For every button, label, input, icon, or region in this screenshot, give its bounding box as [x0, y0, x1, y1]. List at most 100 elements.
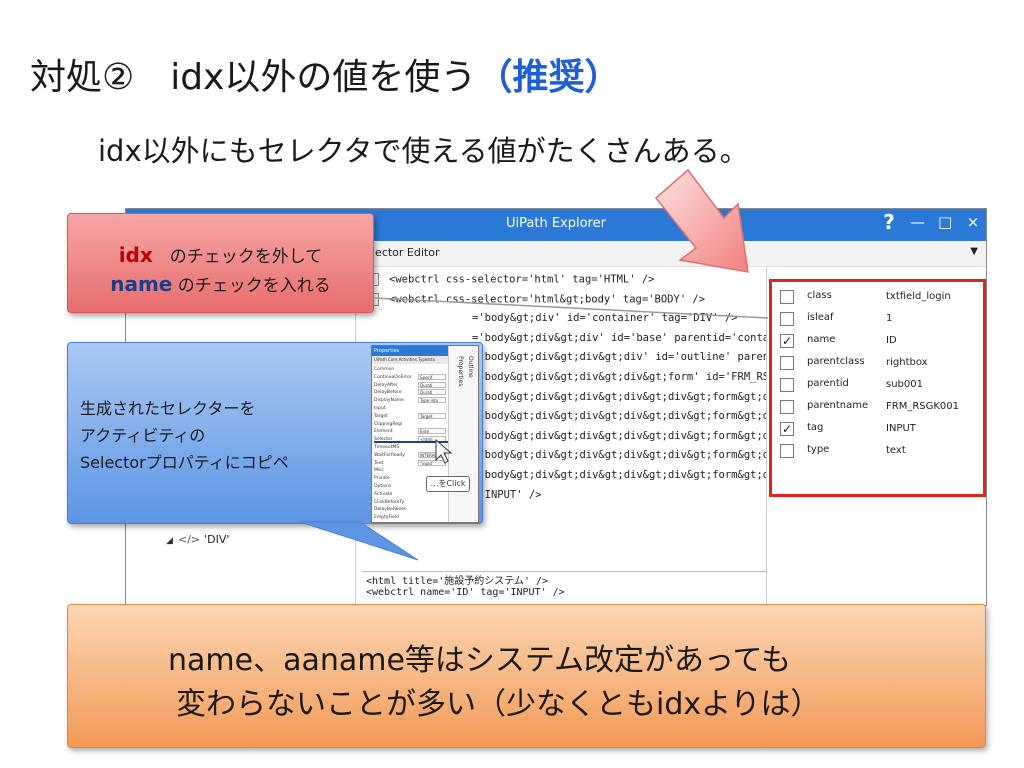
- property-row[interactable]: DelayAfter Durati: [374, 381, 446, 389]
- callout-uncheck-idx: idx のチェックを外して name のチェックを入れる: [67, 213, 374, 313]
- selector-code-text: ='body&gt;div' id='container' tag='DIV' …: [472, 312, 738, 325]
- chevron-down-icon[interactable]: ▼: [970, 246, 978, 257]
- minimize-button[interactable]: —: [910, 213, 925, 234]
- property-row[interactable]: DelayBetween: [374, 506, 446, 513]
- keyword-name: name: [110, 272, 173, 296]
- attribute-value: INPUT: [886, 423, 916, 434]
- element-tag-icon: </>: [178, 533, 201, 546]
- property-row[interactable]: Misc: [374, 467, 446, 474]
- attribute-name: parentclass: [807, 356, 865, 367]
- property-label: Input: [374, 406, 386, 411]
- property-row[interactable]: Common: [374, 366, 446, 373]
- attribute-checkbox[interactable]: [780, 356, 794, 370]
- callout-red-text-2: のチェックを入れる: [172, 276, 331, 296]
- property-label: DelayBetween: [374, 507, 407, 513]
- tree-item[interactable]: ◢ </> 'DIV': [166, 533, 229, 546]
- attribute-name: type: [807, 444, 830, 455]
- attribute-checkbox[interactable]: [780, 400, 794, 414]
- attribute-row-name: ✓ name ID: [780, 331, 980, 353]
- property-label: WaitForReady: [374, 452, 405, 458]
- property-label: ClippingRegi: [374, 421, 403, 427]
- property-value[interactable]: INTERAC: [418, 451, 446, 458]
- attribute-value: text: [886, 445, 906, 456]
- attribute-checkbox[interactable]: [780, 444, 794, 458]
- properties-panel-screenshot: Properties UiPath.Core.Activities.TypeIn…: [371, 345, 479, 523]
- keyword-idx: idx: [118, 243, 153, 267]
- attribute-name: isleaf: [807, 312, 834, 323]
- selector-code-line: <webctrl css-selector='html&gt;body' tag…: [366, 292, 705, 306]
- attribute-row-isleaf: isleaf 1: [780, 309, 980, 331]
- expand-arrow-icon[interactable]: ◢: [166, 536, 178, 546]
- attribute-list-highlight: class txtfield_loginisleaf 1 ✓ name ID parentc…: [769, 279, 986, 497]
- property-label: Activate: [374, 491, 393, 497]
- property-row[interactable]: Element Ente: [374, 428, 446, 435]
- selector-code-line: <webctrl css-selector='html' tag='HTML' …: [366, 273, 655, 286]
- preview-line-1: <html title='施設予約システム' />: [366, 576, 549, 587]
- property-label: ClickBeforeTy: [374, 499, 405, 505]
- attribute-checkbox[interactable]: [780, 378, 794, 392]
- close-button[interactable]: ×: [966, 213, 980, 234]
- property-row[interactable]: Target Target: [374, 412, 446, 420]
- property-row[interactable]: DisplayName Type into: [374, 397, 446, 404]
- attribute-name: class: [807, 290, 832, 301]
- property-row[interactable]: EmptyField: [374, 514, 446, 521]
- callout-blue-line-3: Selectorプロパティにコピペ: [80, 453, 289, 472]
- maximize-button[interactable]: □: [938, 213, 952, 234]
- attribute-row-parentclass: parentclass rightbox: [780, 353, 980, 375]
- property-label: Private: [374, 476, 390, 482]
- attribute-value: rightbox: [886, 357, 928, 368]
- property-label: EmptyField: [374, 515, 399, 521]
- tree-item-label: 'DIV': [204, 533, 230, 546]
- slide-title: 対処② idx以外の値を使う（推奨）: [30, 48, 620, 100]
- property-row[interactable]: ClippingRegi: [374, 421, 446, 428]
- property-value[interactable]: Durati: [418, 389, 446, 396]
- attribute-value: txtfield_login: [886, 291, 951, 302]
- attribute-checkbox[interactable]: [780, 312, 794, 326]
- properties-side-tab[interactable]: Properties: [457, 356, 464, 386]
- property-label: TimeoutMS: [374, 445, 400, 450]
- attribute-value: sub001: [886, 379, 923, 390]
- property-value[interactable]: Ente: [418, 428, 446, 435]
- outline-side-tab[interactable]: Outline: [467, 356, 474, 378]
- note-line-2: 変わらないことが多い（少なくともidxよりは）: [176, 687, 821, 722]
- property-value[interactable]: Durati: [418, 381, 446, 388]
- selector-editor-label: lector Editor: [372, 246, 440, 259]
- property-row[interactable]: Input: [374, 405, 446, 412]
- help-button[interactable]: ?: [882, 210, 896, 234]
- callout-blue-line-2: アクティビティの: [80, 426, 206, 445]
- properties-side-tabs: Properties Outline: [448, 346, 478, 522]
- property-row[interactable]: DelayBefore Durati: [374, 389, 446, 396]
- property-value[interactable]: Target: [418, 412, 446, 419]
- attribute-name: tag: [807, 422, 824, 433]
- property-value[interactable]: Specif: [418, 373, 446, 380]
- property-value[interactable]: Type into: [418, 397, 446, 404]
- property-label: Misc: [374, 468, 384, 474]
- attribute-checkbox[interactable]: [780, 290, 794, 304]
- property-value[interactable]: "input": [418, 459, 446, 466]
- callout-blue-line-1: 生成されたセレクターを: [80, 399, 256, 418]
- attribute-name: name: [807, 334, 836, 345]
- property-row[interactable]: Text "input": [374, 459, 446, 467]
- selector-code-line: ='body&gt;div' id='container' tag='DIV' …: [472, 312, 738, 324]
- property-row[interactable]: TimeoutMS: [374, 444, 446, 451]
- preview-line-2: <webctrl name='ID' tag='INPUT' />: [366, 587, 565, 598]
- slide-subtitle: idx以外にもセレクタで使える値がたくさんある。: [98, 134, 749, 168]
- attribute-checkbox[interactable]: ✓: [780, 334, 794, 348]
- property-row[interactable]: WaitForReady INTERAC: [374, 451, 446, 459]
- property-label: DelayBefore: [374, 390, 402, 396]
- property-label: Options: [374, 484, 392, 489]
- attribute-value: ID: [886, 335, 897, 346]
- slide-title-recommended: （推奨）: [476, 57, 621, 98]
- property-label: Common: [374, 367, 395, 372]
- window-controls: ? — □ ×: [882, 210, 980, 234]
- selector-row-underline: [374, 441, 448, 443]
- attribute-checkbox[interactable]: ✓: [780, 422, 794, 436]
- property-row[interactable]: ContinueOnError Specif: [374, 373, 446, 381]
- attribute-row-parentid: parentid sub001: [780, 375, 980, 397]
- attribute-name: parentid: [807, 378, 849, 389]
- attribute-name: parentname: [807, 400, 869, 411]
- callout-red-text-1: のチェックを外して: [152, 247, 323, 267]
- attribute-value: 1: [886, 313, 893, 324]
- attribute-row-type: type text: [780, 441, 980, 463]
- property-row[interactable]: ClickBeforeTy: [374, 499, 446, 506]
